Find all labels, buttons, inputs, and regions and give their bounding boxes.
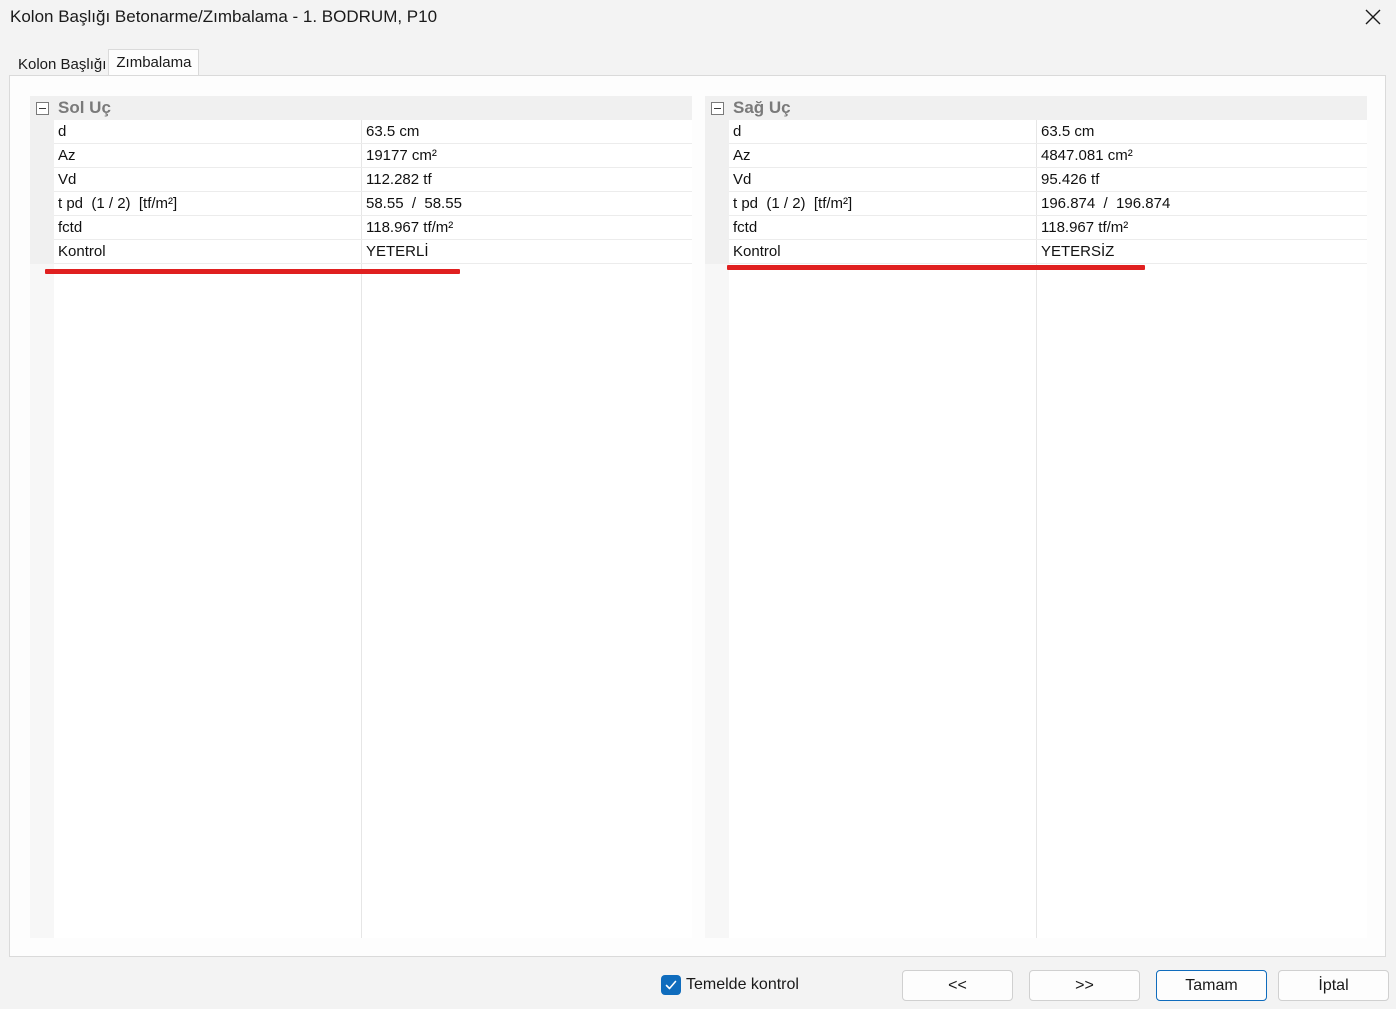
property-name: t pd (1 / 2) [tf/m²] — [58, 195, 178, 212]
tab-kolon-basligi[interactable]: Kolon Başlığı — [10, 49, 108, 76]
property-value: 63.5 cm — [366, 123, 420, 140]
property-row[interactable]: Az 4847.081 cm² — [729, 144, 1367, 168]
grid-gutter — [705, 120, 729, 264]
property-name: d — [733, 123, 742, 140]
property-row[interactable]: fctd 118.967 tf/m² — [729, 216, 1367, 240]
tab-strip: Kolon Başlığı Zımbalama — [10, 49, 200, 76]
property-row[interactable]: Az 19177 cm² — [54, 144, 692, 168]
grid-gutter — [30, 264, 54, 938]
property-row[interactable]: fctd 118.967 tf/m² — [54, 216, 692, 240]
temelde-kontrol-checkbox[interactable]: Temelde kontrol — [661, 975, 799, 995]
close-icon — [1365, 9, 1381, 25]
property-name: fctd — [58, 219, 83, 236]
property-name: Az — [733, 147, 751, 164]
grid-gutter — [30, 120, 54, 264]
property-value: 19177 cm² — [366, 147, 437, 164]
checkbox-checked-icon[interactable] — [661, 975, 681, 995]
grid-gutter — [705, 264, 729, 938]
property-name: Kontrol — [58, 243, 106, 260]
property-value: 4847.081 cm² — [1041, 147, 1133, 164]
window-title: Kolon Başlığı Betonarme/Zımbalama - 1. B… — [10, 7, 438, 26]
property-value: 58.55 / 58.55 — [366, 195, 462, 212]
close-button[interactable] — [1350, 0, 1396, 34]
property-name: t pd (1 / 2) [tf/m²] — [733, 195, 853, 212]
category-row-sag-uc: Sağ Uç — [705, 96, 1367, 120]
collapse-icon[interactable] — [711, 101, 724, 115]
property-row[interactable]: Vd 112.282 tf — [54, 168, 692, 192]
kontrol-result-value: YETERSİZ — [1041, 243, 1115, 260]
property-value: 118.967 tf/m² — [366, 219, 454, 236]
property-name: Kontrol — [733, 243, 781, 260]
highlight-underline-right — [727, 265, 1145, 270]
tab-zimbalama[interactable]: Zımbalama — [108, 49, 200, 76]
property-row[interactable]: t pd (1 / 2) [tf/m²] 196.874 / 196.874 — [729, 192, 1367, 216]
previous-button[interactable]: << — [902, 970, 1013, 1001]
left-property-grid[interactable]: Sol Uç d 63.5 cm Az 19177 cm² Vd 112.282… — [30, 96, 692, 938]
property-value: 196.874 / 196.874 — [1041, 195, 1171, 212]
next-button[interactable]: >> — [1029, 970, 1140, 1001]
cancel-button[interactable]: İptal — [1278, 970, 1389, 1001]
title-bar: Kolon Başlığı Betonarme/Zımbalama - 1. B… — [0, 0, 1396, 36]
property-row-kontrol[interactable]: Kontrol YETERSİZ — [729, 240, 1367, 264]
checkmark-icon — [665, 980, 677, 990]
kontrol-result-value: YETERLİ — [366, 243, 429, 260]
property-row[interactable]: d 63.5 cm — [729, 120, 1367, 144]
property-name: fctd — [733, 219, 758, 236]
property-name: Vd — [58, 171, 77, 188]
category-row-sol-uc: Sol Uç — [30, 96, 692, 120]
property-row[interactable]: Vd 95.426 tf — [729, 168, 1367, 192]
property-value: 112.282 tf — [366, 171, 432, 188]
property-row-kontrol[interactable]: Kontrol YETERLİ — [54, 240, 692, 264]
property-value: 95.426 tf — [1041, 171, 1100, 188]
property-name: Az — [58, 147, 76, 164]
property-value: 63.5 cm — [1041, 123, 1095, 140]
highlight-underline-left — [45, 269, 460, 274]
checkbox-label: Temelde kontrol — [686, 976, 799, 993]
ok-button[interactable]: Tamam — [1156, 970, 1267, 1001]
right-property-grid[interactable]: Sağ Uç d 63.5 cm Az 4847.081 cm² Vd 95.4… — [705, 96, 1367, 938]
category-label: Sol Uç — [58, 98, 111, 117]
property-value: 118.967 tf/m² — [1041, 219, 1129, 236]
property-name: Vd — [733, 171, 752, 188]
property-row[interactable]: d 63.5 cm — [54, 120, 692, 144]
category-label: Sağ Uç — [733, 98, 791, 117]
property-row[interactable]: t pd (1 / 2) [tf/m²] 58.55 / 58.55 — [54, 192, 692, 216]
property-name: d — [58, 123, 67, 140]
collapse-icon[interactable] — [36, 101, 49, 115]
